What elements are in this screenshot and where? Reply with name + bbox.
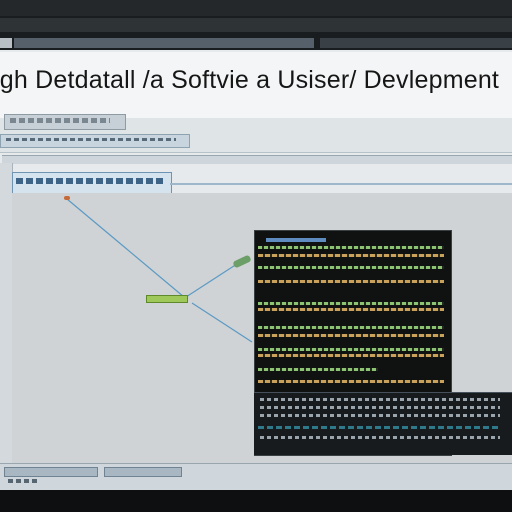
log-line <box>260 406 500 409</box>
terminal-line <box>258 368 378 371</box>
terminal-line <box>258 380 444 383</box>
terminal-line <box>258 246 444 249</box>
terminal-line <box>258 326 444 329</box>
terminal-line <box>258 280 444 283</box>
terminal-line <box>258 334 444 337</box>
junction-bar-icon[interactable] <box>146 295 188 303</box>
terminal-line <box>258 354 444 357</box>
log-line <box>260 414 500 417</box>
log-line-accent <box>258 426 498 429</box>
connector-line-c <box>191 302 253 343</box>
log-line <box>260 436 500 439</box>
pin-node-icon[interactable] <box>64 196 70 200</box>
terminal-line <box>258 348 444 351</box>
log-panel[interactable] <box>254 392 512 455</box>
bottom-bar <box>0 490 512 512</box>
connector-line-a <box>66 198 185 298</box>
terminal-line <box>258 266 444 269</box>
terminal-highlight <box>266 238 326 242</box>
status-left-tab[interactable] <box>4 467 98 477</box>
connector-line-b <box>185 261 241 298</box>
status-text <box>8 479 38 483</box>
status-right-tab[interactable] <box>104 467 182 477</box>
terminal-line <box>258 308 444 311</box>
log-line <box>260 398 500 401</box>
terminal-line <box>258 254 444 257</box>
terminal-line <box>258 302 444 305</box>
